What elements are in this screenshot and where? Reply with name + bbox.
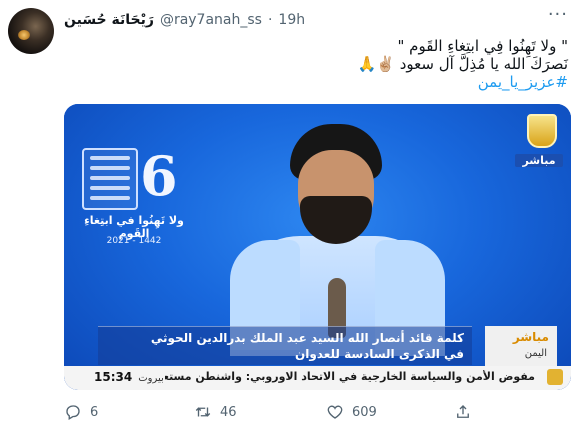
reply-count: 6 xyxy=(90,404,99,420)
like-count: 609 xyxy=(352,404,377,420)
clock-city: بيروت xyxy=(138,373,164,384)
emblem-book-icon xyxy=(82,148,138,210)
caption-box: كلمة قائد أنصار الله السيد عبد الملك بدر… xyxy=(98,326,472,365)
anniversary-years: 2021 - 1442 xyxy=(106,236,162,246)
retweet-button[interactable]: 46 xyxy=(194,400,237,424)
caption-line: كلمة قائد أنصار الله السيد عبد الملك بدر… xyxy=(150,331,464,345)
live-tag: مباشر اليمن xyxy=(485,326,557,366)
author-display-name[interactable]: رَيْحَانَة حُسَين xyxy=(64,12,154,28)
author-handle[interactable]: @ray7anah_ss xyxy=(160,12,262,28)
share-button[interactable] xyxy=(454,400,472,424)
anniversary-emblem: 6 ولا تَهِنُوا في ابتِغاءِ القَوم 2021 -… xyxy=(78,144,188,284)
channel-live-label: مباشر xyxy=(515,154,563,167)
reply-icon xyxy=(66,405,80,420)
live-tag-location: اليمن xyxy=(524,348,547,359)
hashtag-link[interactable]: #عزيز_يا_يمن xyxy=(60,73,568,91)
share-icon xyxy=(457,405,469,418)
tweet-timestamp[interactable]: 19h xyxy=(278,12,305,28)
live-tag-label: مباشر xyxy=(512,330,549,344)
channel-emblem-icon xyxy=(527,114,557,148)
retweet-icon xyxy=(195,407,211,417)
retweet-count: 46 xyxy=(220,404,237,420)
caption-line: في الذكرى السادسة للعدوان xyxy=(294,347,464,361)
like-button[interactable]: 609 xyxy=(326,400,377,424)
tweet-actions: 6 46 609 xyxy=(64,400,554,424)
avatar[interactable] xyxy=(8,8,54,54)
speaker-figure xyxy=(210,124,465,356)
tweet: رَيْحَانَة حُسَين @ray7anah_ss · 19h ···… xyxy=(0,0,582,430)
more-options-icon[interactable]: ··· xyxy=(548,4,568,25)
tweet-header: رَيْحَانَة حُسَين @ray7anah_ss · 19h xyxy=(64,9,305,31)
separator-dot: · xyxy=(267,12,273,28)
news-ticker-bar: 15:34 بيروت مفوض الأمن والسياسة الخارجية … xyxy=(64,366,571,390)
caption-text: كلمة قائد أنصار الله السيد عبد الملك بدر… xyxy=(104,330,464,362)
tweet-media-image[interactable]: 6 ولا تَهِنُوا في ابتِغاءِ القَوم 2021 -… xyxy=(64,104,571,390)
news-ticker-text: مفوض الأمن والسياسة الخارجية في الاتحاد … xyxy=(165,370,535,383)
reply-button[interactable]: 6 xyxy=(64,400,98,424)
clock-time: 15:34 xyxy=(94,370,133,384)
heart-icon xyxy=(327,405,343,419)
tweet-text: " ولا تَهِنُوا فِي ابتِغاءِ القَوم " نَص… xyxy=(60,37,568,91)
avatar-candle-glow xyxy=(18,30,30,40)
tweet-text-line: " ولا تَهِنُوا فِي ابتِغاءِ القَوم " xyxy=(397,37,568,55)
ticker-logo-icon xyxy=(547,369,563,385)
lower-third: كلمة قائد أنصار الله السيد عبد الملك بدر… xyxy=(64,324,571,390)
tweet-text-line: نَصرَكَ الله يا مُذِلَّ آل سعود ✌🏼🙏 xyxy=(357,55,568,73)
channel-logo: مباشر xyxy=(515,114,563,184)
anniversary-number: 6 xyxy=(140,144,178,208)
on-screen-clock: 15:34 بيروت xyxy=(94,370,164,384)
